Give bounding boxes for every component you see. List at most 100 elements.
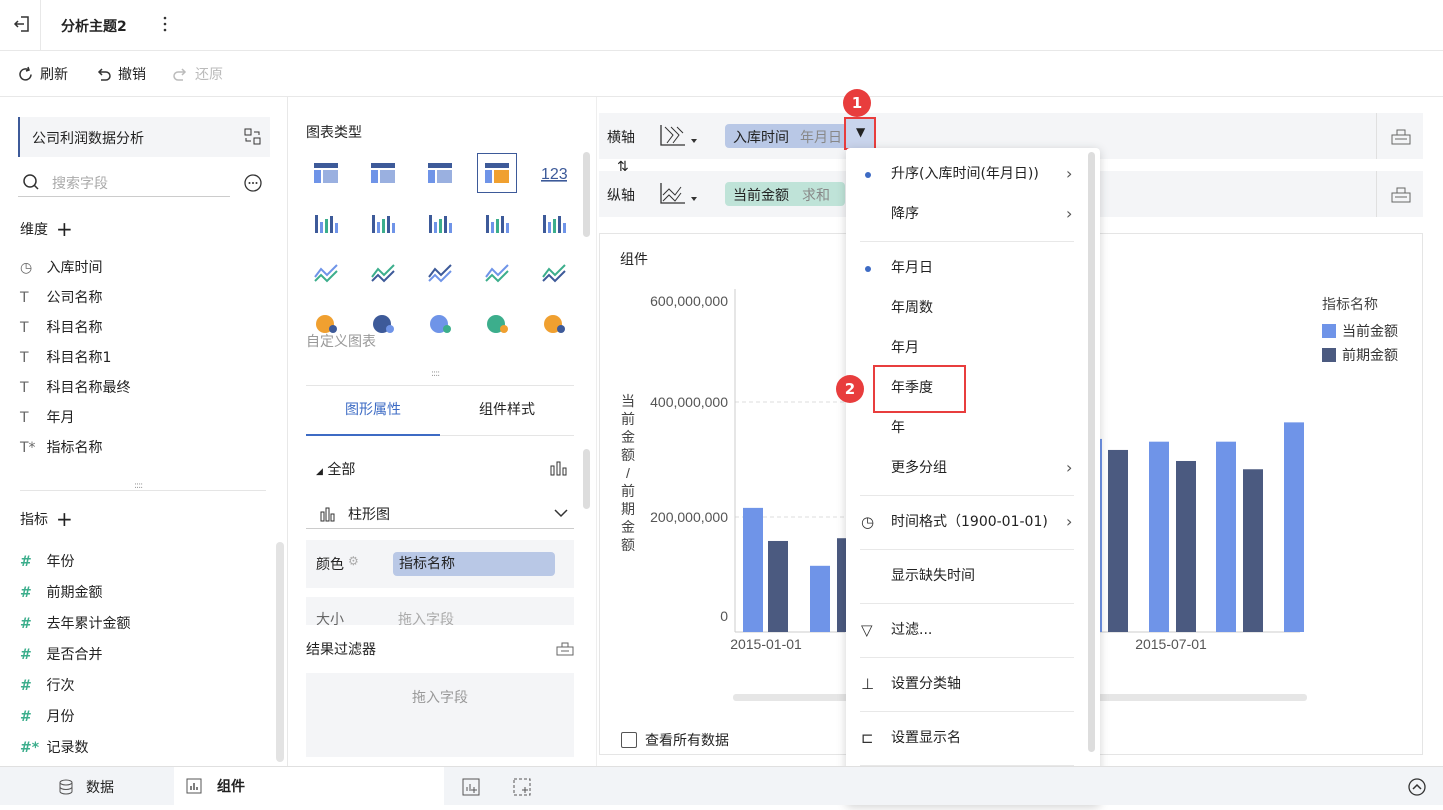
- bar[interactable]: [1243, 469, 1263, 632]
- gear-icon[interactable]: ⚙: [348, 554, 359, 568]
- tab-component-style[interactable]: 组件样式: [440, 386, 574, 436]
- tab-data[interactable]: 数据: [58, 777, 114, 797]
- measure-field[interactable]: # 行次: [20, 673, 74, 699]
- dimension-field[interactable]: T 年月: [20, 405, 74, 431]
- chart-type-select[interactable]: 柱形图: [306, 499, 574, 529]
- resize-handle-icon[interactable]: ::::: [431, 369, 440, 379]
- x-tick-label: 2015-01-01: [730, 636, 802, 652]
- measure-field[interactable]: # 去年累计金额: [20, 611, 130, 637]
- menu-item[interactable]: ⊏ 设置显示名: [846, 720, 1100, 756]
- multi-bar-icon[interactable]: [363, 203, 403, 243]
- menu-item[interactable]: 年周数: [846, 290, 1100, 326]
- dimension-field[interactable]: T 公司名称: [20, 285, 102, 311]
- kpi-number-icon[interactable]: 123: [534, 153, 574, 193]
- horizontal-bar-icon[interactable]: [477, 203, 517, 243]
- menu-item[interactable]: ◷ 时间格式（1900-01-01) ›: [846, 504, 1100, 540]
- add-component-icon[interactable]: [462, 778, 480, 796]
- bar[interactable]: [1284, 422, 1304, 632]
- props-scrollbar[interactable]: [583, 449, 590, 509]
- y-axis-field-chip[interactable]: 当前金额 求和: [725, 182, 845, 206]
- polygon-icon[interactable]: [420, 253, 460, 293]
- redo-button[interactable]: 还原: [172, 65, 223, 83]
- size-placeholder[interactable]: 拖入字段: [398, 609, 454, 625]
- legend-label[interactable]: 当前金额: [1342, 323, 1398, 339]
- measure-field[interactable]: # 前期金额: [20, 580, 102, 606]
- area-icon[interactable]: [477, 253, 517, 293]
- custom-grid-icon[interactable]: [477, 153, 517, 193]
- menu-item[interactable]: 年月日: [846, 250, 1100, 286]
- scatter-icon[interactable]: [477, 303, 517, 343]
- bar[interactable]: [768, 540, 788, 632]
- dimension-field[interactable]: T 科目名称1: [20, 345, 111, 371]
- add-dashboard-icon[interactable]: [513, 778, 531, 796]
- column-icon[interactable]: [420, 203, 460, 243]
- sunburst-icon[interactable]: [420, 303, 460, 343]
- bubble-icon[interactable]: [534, 303, 574, 343]
- x-axis-field-chip[interactable]: 入库时间 年月日: [725, 124, 850, 148]
- rose-icon[interactable]: [363, 303, 403, 343]
- menu-item[interactable]: 年: [846, 410, 1100, 446]
- more-options-icon[interactable]: [243, 173, 263, 193]
- menu-item[interactable]: 升序(入库时间(年月日)) ›: [846, 156, 1100, 192]
- bar[interactable]: [810, 565, 830, 632]
- collapse-up-icon[interactable]: [1407, 777, 1427, 797]
- radar-icon[interactable]: [363, 253, 403, 293]
- bar[interactable]: [1149, 441, 1169, 632]
- menu-item[interactable]: ▽ 过滤...: [846, 612, 1100, 648]
- result-filter-dropzone[interactable]: 拖入字段: [306, 673, 574, 757]
- bar[interactable]: [1216, 441, 1236, 632]
- axis-settings-icon[interactable]: [1391, 184, 1411, 204]
- dimension-field[interactable]: T 科目名称: [20, 315, 102, 341]
- axis-style-icon[interactable]: [659, 181, 703, 207]
- bar[interactable]: [1108, 449, 1128, 632]
- waterfall-icon[interactable]: [534, 203, 574, 243]
- chart-scrollbar[interactable]: [583, 152, 590, 237]
- view-all-checkbox[interactable]: 查看所有数据: [621, 730, 729, 750]
- pie-icon[interactable]: [306, 303, 346, 343]
- axis-settings-icon[interactable]: [1391, 126, 1411, 146]
- refresh-button[interactable]: 刷新: [17, 65, 68, 83]
- page-title[interactable]: 分析主题2: [61, 16, 127, 36]
- dataset-selector[interactable]: 公司利润数据分析: [18, 117, 270, 157]
- menu-item[interactable]: 更多分组 ›: [846, 450, 1100, 486]
- tab-graph-properties[interactable]: 图形属性: [306, 386, 440, 436]
- x-field-dropdown-button[interactable]: ▼: [844, 117, 876, 150]
- bar-chart-icon[interactable]: [550, 460, 568, 476]
- dimension-field[interactable]: T* 指标名称: [20, 435, 102, 461]
- filter-settings-icon[interactable]: [556, 640, 574, 656]
- bar[interactable]: [743, 507, 763, 632]
- legend-swatch[interactable]: [1322, 324, 1336, 338]
- measure-field[interactable]: #* 记录数: [20, 735, 88, 761]
- measure-field[interactable]: # 是否合并: [20, 642, 102, 668]
- scrollbar[interactable]: [276, 542, 284, 762]
- axis-style-icon[interactable]: [659, 123, 703, 149]
- legend-label[interactable]: 前期金额: [1342, 347, 1398, 363]
- undo-button[interactable]: 撤销: [95, 65, 146, 83]
- all-group[interactable]: ◢ 全部: [316, 459, 355, 479]
- menu-item[interactable]: ⊥ 设置分类轴: [846, 666, 1100, 702]
- line-icon[interactable]: [306, 253, 346, 293]
- tab-component[interactable]: 组件: [174, 767, 444, 806]
- menu-item[interactable]: 降序 ›: [846, 196, 1100, 232]
- resize-handle-icon[interactable]: ::::: [134, 481, 143, 491]
- gauge-icon[interactable]: [534, 253, 574, 293]
- detail-table-icon[interactable]: [420, 153, 460, 193]
- add-dimension-icon[interactable]: +: [56, 219, 73, 239]
- add-measure-icon[interactable]: +: [56, 509, 73, 529]
- color-field-chip[interactable]: 指标名称: [393, 552, 555, 576]
- measure-field[interactable]: # 年份: [20, 549, 74, 575]
- more-vertical-icon[interactable]: [158, 14, 172, 34]
- search-input[interactable]: 搜索字段: [18, 169, 230, 197]
- table-icon[interactable]: [306, 153, 346, 193]
- cross-table-icon[interactable]: [363, 153, 403, 193]
- measure-field[interactable]: # 月份: [20, 704, 74, 730]
- dimension-field[interactable]: T 科目名称最终: [20, 375, 130, 401]
- exit-icon[interactable]: [12, 14, 32, 34]
- dimension-field[interactable]: ◷ 入库时间: [20, 255, 102, 281]
- menu-item[interactable]: 显示缺失时间: [846, 558, 1100, 594]
- chart-type-label: 图表类型: [306, 125, 362, 141]
- legend-swatch[interactable]: [1322, 348, 1336, 362]
- grouped-bar-icon[interactable]: [306, 203, 346, 243]
- bar[interactable]: [1176, 460, 1196, 632]
- menu-item[interactable]: 年月: [846, 330, 1100, 366]
